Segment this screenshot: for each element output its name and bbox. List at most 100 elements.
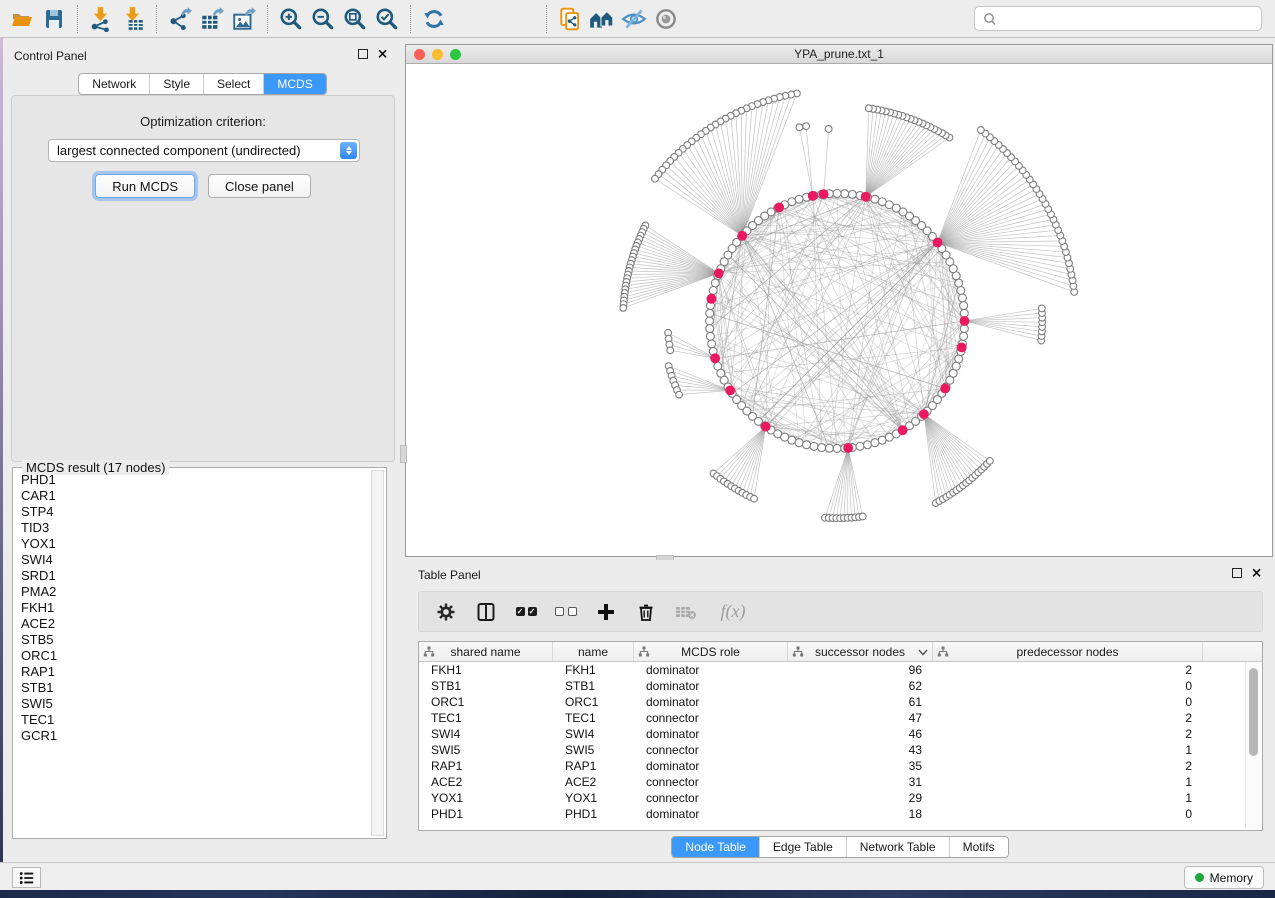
cell-name[interactable]: SWI5 <box>553 743 634 757</box>
column-header-shared_name[interactable]: shared name <box>419 642 553 661</box>
cell-mcds_role[interactable]: connector <box>634 791 788 805</box>
share-document-button[interactable] <box>554 3 586 35</box>
cell-predecessor_nodes[interactable]: 2 <box>933 727 1203 741</box>
maximize-window-icon[interactable] <box>450 49 461 60</box>
tab-node-table[interactable]: Node Table <box>672 837 759 857</box>
ring-node[interactable] <box>709 286 717 294</box>
cell-predecessor_nodes[interactable]: 2 <box>933 663 1203 677</box>
cell-shared_name[interactable]: ACE2 <box>419 775 553 789</box>
satellite-node[interactable] <box>1038 305 1045 312</box>
memory-button[interactable]: Memory <box>1184 866 1264 889</box>
ring-node[interactable] <box>706 332 714 340</box>
satellite-node[interactable] <box>865 105 872 112</box>
table-row[interactable]: YOX1YOX1connector291 <box>419 790 1262 806</box>
mcds-hub-node[interactable] <box>707 294 716 303</box>
import-network-button[interactable] <box>85 3 117 35</box>
close-table-panel-icon[interactable]: ⨯ <box>1251 568 1262 578</box>
save-session-button[interactable] <box>38 3 70 35</box>
mcds-hub-node[interactable] <box>941 384 950 393</box>
ring-node[interactable] <box>706 309 714 317</box>
table-row[interactable]: ACE2ACE2connector311 <box>419 774 1262 790</box>
criterion-dropdown[interactable]: largest connected component (undirected) <box>48 139 360 162</box>
mcds-result-item[interactable]: CAR1 <box>15 488 370 504</box>
mcds-result-item[interactable]: GCR1 <box>15 728 370 744</box>
mcds-result-item[interactable]: TID3 <box>15 520 370 536</box>
eye-button[interactable] <box>650 3 682 35</box>
cell-name[interactable]: ACE2 <box>553 775 634 789</box>
zoom-selected-button[interactable] <box>371 3 403 35</box>
add-column-button[interactable] <box>593 599 619 625</box>
function-builder-button[interactable]: f(x) <box>713 599 753 625</box>
mcds-result-item[interactable]: FKH1 <box>15 600 370 616</box>
satellite-node[interactable] <box>676 391 683 398</box>
mcds-result-item[interactable]: STP4 <box>15 504 370 520</box>
ring-node[interactable] <box>833 189 841 197</box>
mcds-result-item[interactable]: PHD1 <box>15 472 370 488</box>
ring-node[interactable] <box>825 444 833 452</box>
table-row[interactable]: RAP1RAP1dominator352 <box>419 758 1262 774</box>
ring-node[interactable] <box>871 195 879 203</box>
mcds-result-item[interactable]: YOX1 <box>15 536 370 552</box>
cell-successor_nodes[interactable]: 61 <box>788 695 933 709</box>
cell-predecessor_nodes[interactable]: 1 <box>933 791 1203 805</box>
mcds-result-item[interactable]: SWI4 <box>15 552 370 568</box>
cell-name[interactable]: ORC1 <box>553 695 634 709</box>
cell-mcds_role[interactable]: dominator <box>634 759 788 773</box>
cell-shared_name[interactable]: PHD1 <box>419 807 553 821</box>
mcds-hub-node[interactable] <box>761 422 770 431</box>
network-window-titlebar[interactable]: YPA_prune.txt_1 <box>406 45 1272 64</box>
cell-successor_nodes[interactable]: 47 <box>788 711 933 725</box>
cell-predecessor_nodes[interactable]: 0 <box>933 695 1203 709</box>
column-header-mcds_role[interactable]: MCDS role <box>634 642 788 661</box>
cell-shared_name[interactable]: TEC1 <box>419 711 553 725</box>
cell-mcds_role[interactable]: dominator <box>634 807 788 821</box>
cell-mcds_role[interactable]: dominator <box>634 695 788 709</box>
cell-mcds_role[interactable]: connector <box>634 775 788 789</box>
refresh-layout-button[interactable] <box>418 3 450 35</box>
tab-style[interactable]: Style <box>149 74 203 94</box>
cell-successor_nodes[interactable]: 43 <box>788 743 933 757</box>
ring-node[interactable] <box>958 294 966 302</box>
mcds-hub-node[interactable] <box>714 269 723 278</box>
houses-button[interactable] <box>586 3 618 35</box>
cell-predecessor_nodes[interactable]: 1 <box>933 743 1203 757</box>
ring-node[interactable] <box>810 442 818 450</box>
cell-predecessor_nodes[interactable]: 1 <box>933 775 1203 789</box>
mcds-hub-node[interactable] <box>861 192 870 201</box>
delete-table-button[interactable] <box>673 599 699 625</box>
vertical-split-handle[interactable] <box>400 445 407 463</box>
import-table-button[interactable] <box>117 3 149 35</box>
cell-predecessor_nodes[interactable]: 0 <box>933 807 1203 821</box>
cell-mcds_role[interactable]: dominator <box>634 727 788 741</box>
task-history-button[interactable] <box>12 867 41 888</box>
mcds-hub-node[interactable] <box>726 386 735 395</box>
satellite-node[interactable] <box>859 513 866 520</box>
ring-node[interactable] <box>955 355 963 363</box>
tab-network-table[interactable]: Network Table <box>846 837 949 857</box>
table-scrollbar-thumb[interactable] <box>1249 668 1258 756</box>
ring-node[interactable] <box>818 444 826 452</box>
ring-node[interactable] <box>708 340 716 348</box>
cell-name[interactable]: RAP1 <box>553 759 634 773</box>
column-header-successor_nodes[interactable]: successor nodes <box>788 642 933 661</box>
zoom-fit-button[interactable] <box>339 3 371 35</box>
column-chooser-button[interactable] <box>473 599 499 625</box>
export-table-button[interactable] <box>196 3 228 35</box>
cell-predecessor_nodes[interactable]: 2 <box>933 759 1203 773</box>
table-row[interactable]: SWI4SWI4dominator462 <box>419 726 1262 742</box>
table-row[interactable]: PHD1PHD1dominator180 <box>419 806 1262 822</box>
mcds-result-item[interactable]: STB5 <box>15 632 370 648</box>
cell-predecessor_nodes[interactable]: 2 <box>933 711 1203 725</box>
ring-node[interactable] <box>706 317 714 325</box>
ring-node[interactable] <box>848 190 856 198</box>
ring-node[interactable] <box>803 441 811 449</box>
ring-node[interactable] <box>833 444 841 452</box>
cell-successor_nodes[interactable]: 62 <box>788 679 933 693</box>
table-row[interactable]: STB1STB1dominator620 <box>419 678 1262 694</box>
ring-node[interactable] <box>960 302 968 310</box>
satellite-node[interactable] <box>986 458 993 465</box>
ring-node[interactable] <box>711 279 719 287</box>
float-panel-icon[interactable] <box>358 49 368 59</box>
close-panel-icon[interactable]: ⨯ <box>377 49 388 59</box>
mcds-hub-node[interactable] <box>933 238 942 247</box>
